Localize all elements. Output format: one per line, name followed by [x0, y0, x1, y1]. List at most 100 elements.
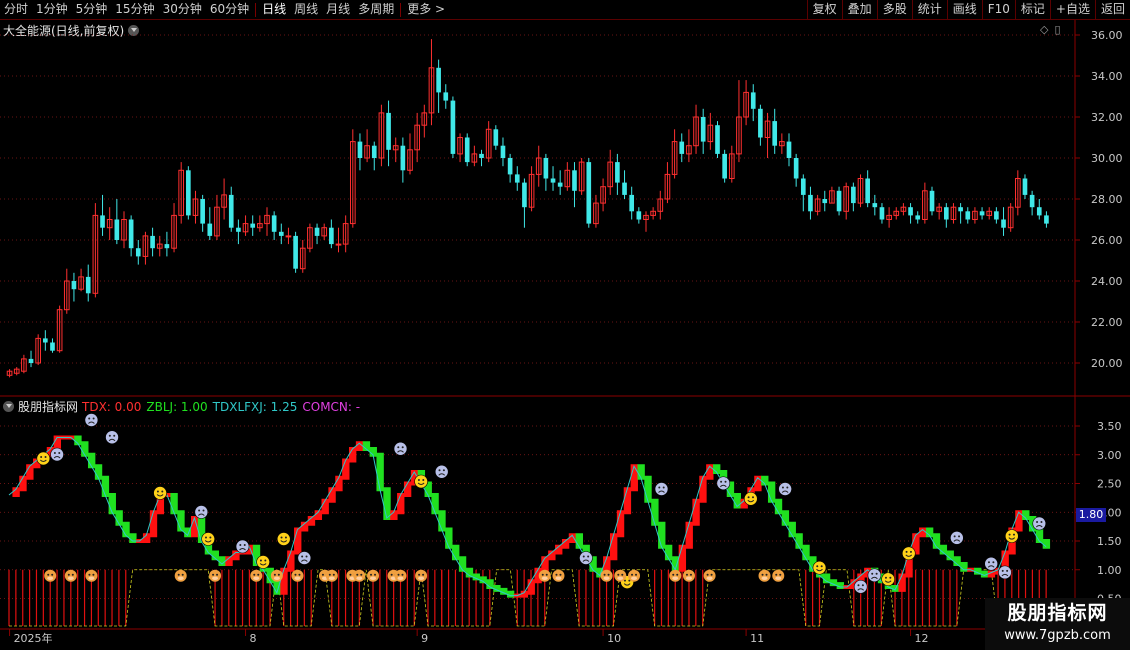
candle-body-down — [329, 227, 334, 245]
candle-body-down — [135, 248, 141, 257]
price-tick-label: 22.00 — [1091, 316, 1123, 329]
happy-face-icon — [414, 474, 428, 489]
candle-body-down — [865, 178, 870, 204]
candle-body-down — [943, 207, 949, 220]
cow-face-icon — [682, 569, 695, 582]
cow-face-icon — [291, 569, 304, 582]
candle-body-down — [572, 170, 577, 191]
candle-body-down — [228, 194, 234, 228]
cow-face-icon — [85, 569, 98, 582]
candle-body-down — [979, 211, 985, 216]
cow-face-icon — [600, 569, 613, 582]
candle-body-down — [1029, 194, 1035, 208]
candle-body-down — [822, 199, 828, 204]
happy-face-icon — [201, 532, 215, 546]
cow-face-icon — [703, 569, 716, 582]
candle-body-down — [371, 145, 377, 158]
sad-face-icon — [1032, 516, 1047, 531]
indicator-legend: TDX: 0.00 ZBLJ: 1.00 TDXLFXJ: 1.25 COMCN: - — [82, 400, 365, 414]
chart-canvas[interactable]: 36.00 34.00 32.00 30.00 28.00 26.00 24.00 22.00… — [0, 0, 1130, 650]
date-axis: 2025年 8 9 10 11 12 — [9, 629, 929, 645]
current-value-tag: 1.80 — [1076, 508, 1106, 522]
indicator-tick-label: 3.00 — [1097, 449, 1122, 462]
indicator-block — [960, 562, 968, 572]
price-tick-label: 36.00 — [1091, 29, 1123, 42]
candle-body-down — [851, 186, 856, 204]
price-tick-label: 20.00 — [1091, 357, 1123, 370]
cow-face-icon — [669, 569, 682, 582]
happy-face-icon — [276, 532, 291, 546]
cow-face-icon — [772, 569, 785, 582]
candle-body-down — [636, 211, 642, 220]
indicator-dropdown-icon[interactable] — [3, 401, 14, 412]
date-label: 9 — [421, 632, 428, 645]
price-tick-label: 26.00 — [1091, 234, 1123, 247]
price-tick-label: 28.00 — [1091, 193, 1123, 206]
indicator-block — [342, 458, 350, 480]
indicator-block — [658, 521, 666, 549]
indicator-tick-label: 1.00 — [1097, 564, 1122, 577]
indicator-block — [616, 510, 625, 538]
cow-face-icon — [44, 569, 57, 582]
candle-body-down — [786, 141, 792, 158]
candle-body-down — [493, 129, 499, 146]
candle-body-down — [357, 141, 363, 158]
candle-body-down — [836, 190, 842, 212]
indicator-block — [287, 550, 295, 572]
watermark-url: www.7gpzb.com — [1004, 628, 1111, 643]
indicator-block — [1042, 539, 1051, 549]
price-tick-label: 34.00 — [1091, 70, 1123, 83]
indicator-block — [1015, 510, 1023, 532]
candle-body-down — [186, 170, 191, 216]
candle-body-down — [800, 178, 806, 195]
candle-body-down — [450, 100, 456, 154]
candle-body-down — [443, 92, 449, 101]
happy-face-icon — [1004, 529, 1019, 543]
candle-body-down — [1022, 178, 1028, 195]
happy-face-icon — [881, 572, 895, 587]
candle-body-down — [908, 207, 913, 216]
candle-body-down — [150, 235, 155, 249]
indicator-block — [397, 493, 405, 515]
indicator-block — [438, 510, 446, 532]
candle-body-down — [750, 92, 756, 109]
indicator-block — [651, 498, 659, 526]
candle-body-down — [100, 215, 105, 228]
candle-body-down — [1044, 215, 1049, 224]
cow-face-icon — [394, 569, 407, 582]
candle-body-down — [207, 223, 213, 236]
sad-face-icon — [998, 565, 1012, 580]
cow-face-icon — [552, 569, 565, 582]
candle-body-down — [236, 227, 241, 232]
candle-body-down — [1001, 219, 1006, 228]
sad-face-icon — [434, 464, 449, 479]
happy-face-icon — [901, 546, 916, 561]
sad-face-icon — [194, 505, 209, 519]
candle-body-down — [400, 145, 406, 171]
cow-face-icon — [64, 569, 77, 582]
indicator-block — [898, 573, 906, 592]
happy-face-icon — [256, 555, 270, 569]
cow-face-icon — [538, 569, 551, 582]
cow-face-icon — [415, 569, 428, 582]
candle-body-down — [758, 108, 763, 138]
sad-face-icon — [235, 539, 250, 554]
candle-body-down — [436, 67, 441, 93]
cow-face-icon — [367, 569, 380, 582]
candle-body-down — [700, 117, 706, 142]
date-label: 8 — [250, 632, 257, 645]
sad-face-icon — [105, 430, 119, 445]
price-tick-label: 24.00 — [1091, 275, 1123, 288]
candle-body-down — [622, 182, 627, 195]
happy-face-icon — [812, 560, 827, 575]
sad-face-icon — [579, 551, 593, 565]
cow-face-icon — [758, 569, 771, 582]
indicator-block — [170, 493, 178, 515]
cow-face-icon — [250, 569, 263, 582]
sad-face-icon — [716, 476, 731, 491]
price-tick-label: 30.00 — [1091, 152, 1123, 165]
candle-body-down — [615, 162, 620, 183]
date-label: 10 — [607, 632, 621, 645]
candle-body-down — [50, 342, 55, 351]
indicator-block — [129, 533, 137, 543]
